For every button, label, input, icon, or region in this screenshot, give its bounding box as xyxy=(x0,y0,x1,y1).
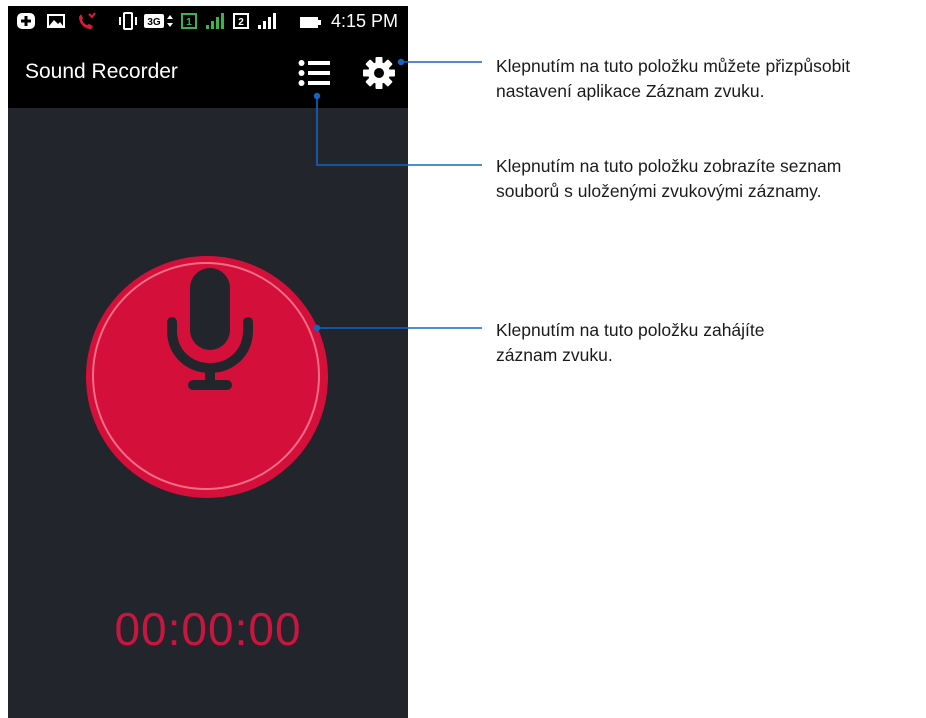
svg-text:3G: 3G xyxy=(147,17,161,28)
settings-gear-icon[interactable] xyxy=(362,56,396,90)
list-icon[interactable] xyxy=(298,58,332,88)
microphone-icon xyxy=(167,268,253,390)
clock: 4:15 PM xyxy=(330,11,398,31)
app-title: Sound Recorder xyxy=(25,60,178,83)
svg-text:2: 2 xyxy=(238,17,244,28)
battery-icon xyxy=(299,16,321,28)
connectivity-icons: 3G 1 2 xyxy=(118,11,278,31)
record-annotation: Klepnutím na tuto položku zahájíte zázna… xyxy=(496,318,765,368)
settings-annotation: Klepnutím na tuto položku můžete přizpůs… xyxy=(496,54,850,104)
svg-text:1: 1 xyxy=(186,17,192,28)
status-bar: 3G 1 2 4:15 PM xyxy=(8,6,408,38)
annotation-line: nastavení aplikace Záznam zvuku. xyxy=(496,81,765,101)
3g-data-icon: 3G xyxy=(144,14,173,28)
annotation-line: souborů s uloženými zvukovými záznamy. xyxy=(496,181,822,201)
annotation-line: záznam zvuku. xyxy=(496,345,613,365)
list-annotation: Klepnutím na tuto položku zobrazíte sezn… xyxy=(496,154,841,204)
phone-screen: 3G 1 2 4:15 PM Sound Recorder 00:00:00 xyxy=(8,6,408,718)
annotation-line: Klepnutím na tuto položku zahájíte xyxy=(496,320,765,340)
image-icon xyxy=(47,14,65,28)
annotation-line: Klepnutím na tuto položku zobrazíte sezn… xyxy=(496,156,842,176)
annotation-line: Klepnutím na tuto položku můžete přizpůs… xyxy=(496,56,851,76)
sim1-icon: 1 xyxy=(181,13,197,29)
status-right: 4:15 PM xyxy=(299,11,398,32)
sim2-icon: 2 xyxy=(233,13,249,29)
signal-icon xyxy=(206,13,224,29)
vibrate-icon xyxy=(119,12,137,30)
missed-call-icon xyxy=(79,12,96,29)
app-bar: Sound Recorder xyxy=(8,38,408,108)
notification-icons xyxy=(16,11,98,31)
signal-icon xyxy=(258,13,276,29)
plus-notification-icon xyxy=(17,13,35,29)
elapsed-timer: 00:00:00 xyxy=(114,603,302,655)
